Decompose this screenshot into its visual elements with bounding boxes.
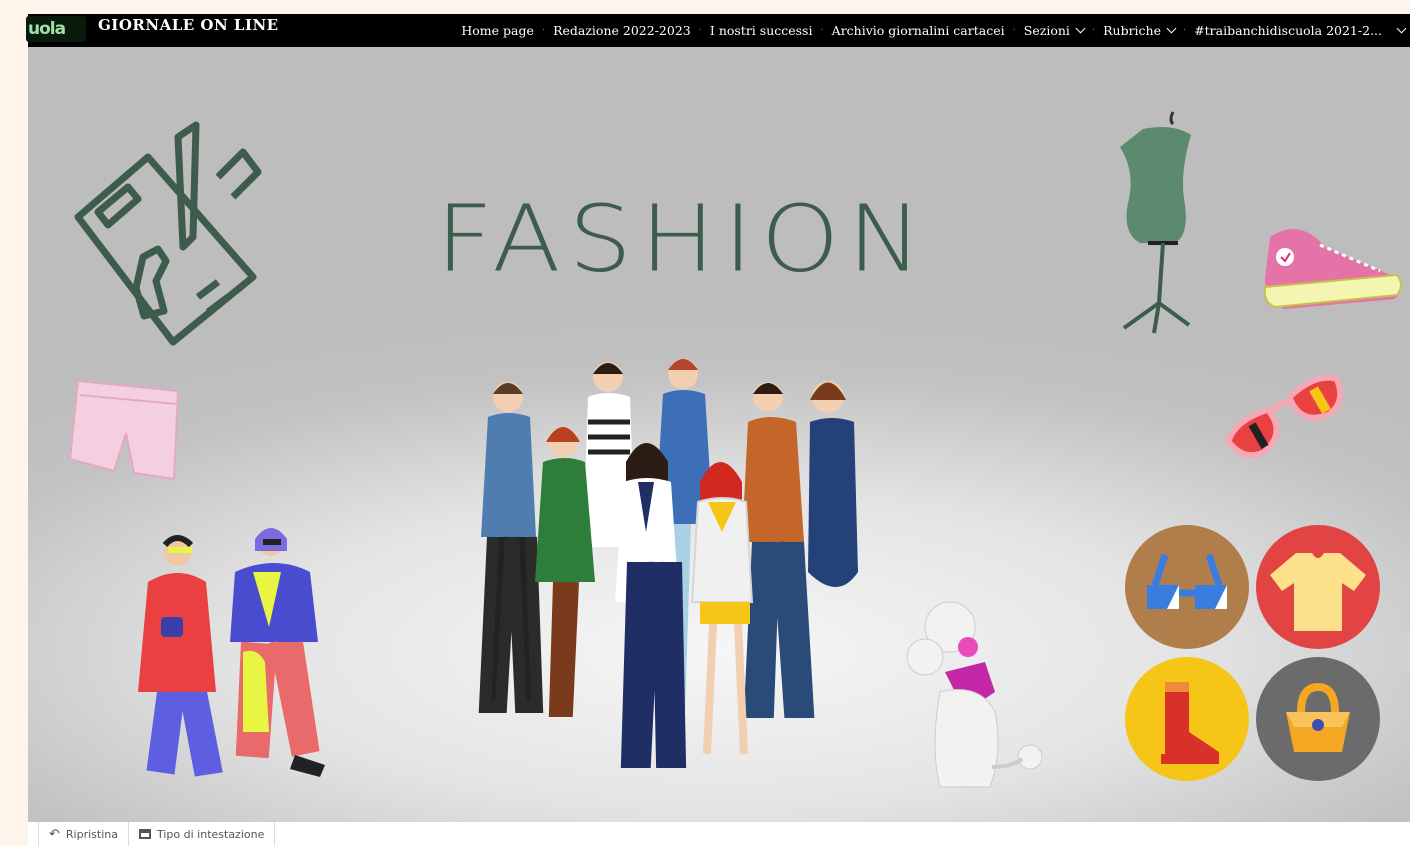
main-nav: Home page · Redazione 2022-2023 · I nost…	[456, 14, 1410, 47]
shorts-icon	[68, 379, 180, 481]
nav-successi[interactable]: I nostri successi	[705, 23, 818, 38]
chevron-down-icon	[1075, 23, 1086, 34]
top-nav-bar: uola GIORNALE ON LINE Home page · Redazi…	[26, 14, 1410, 47]
nav-redazione[interactable]: Redazione 2022-2023	[548, 23, 696, 38]
sneaker-icon	[1263, 229, 1402, 309]
header-type-button[interactable]: Tipo di intestazione	[129, 822, 276, 846]
reset-button[interactable]: ↶ Ripristina	[38, 822, 129, 846]
nav-home[interactable]: Home page	[456, 23, 539, 38]
nav-rubriche[interactable]: Rubriche	[1098, 23, 1180, 38]
glasses-circle-icon	[1125, 525, 1249, 649]
walking-women-illustration	[138, 528, 325, 777]
mannequin-icon	[1120, 111, 1191, 334]
nav-sezioni[interactable]: Sezioni	[1019, 23, 1089, 38]
hero-headline: FASHION	[435, 184, 931, 293]
poodle-icon	[906, 601, 1043, 788]
sunglasses-icon	[1225, 374, 1344, 459]
customizer-toolbar: ↶ Ripristina Tipo di intestazione	[28, 822, 1410, 846]
site-title[interactable]: GIORNALE ON LINE	[98, 15, 279, 35]
undo-icon: ↶	[49, 826, 60, 842]
sketch-icon	[74, 121, 262, 346]
handbag-circle-icon	[1256, 657, 1380, 781]
shirt-circle-icon	[1256, 525, 1380, 649]
nav-traibanchi[interactable]: #traibanchidiscuola 2021-2...	[1189, 23, 1410, 38]
header-layout-icon	[138, 829, 151, 839]
chevron-down-icon	[1166, 23, 1177, 34]
fashion-group-illustration	[478, 359, 858, 768]
boot-circle-icon	[1125, 657, 1249, 781]
site-logo[interactable]: uola	[26, 16, 86, 42]
chevron-down-icon	[1396, 23, 1407, 34]
nav-archivio[interactable]: Archivio giornalini cartacei	[827, 23, 1010, 38]
header-image: FASHION	[28, 47, 1410, 822]
